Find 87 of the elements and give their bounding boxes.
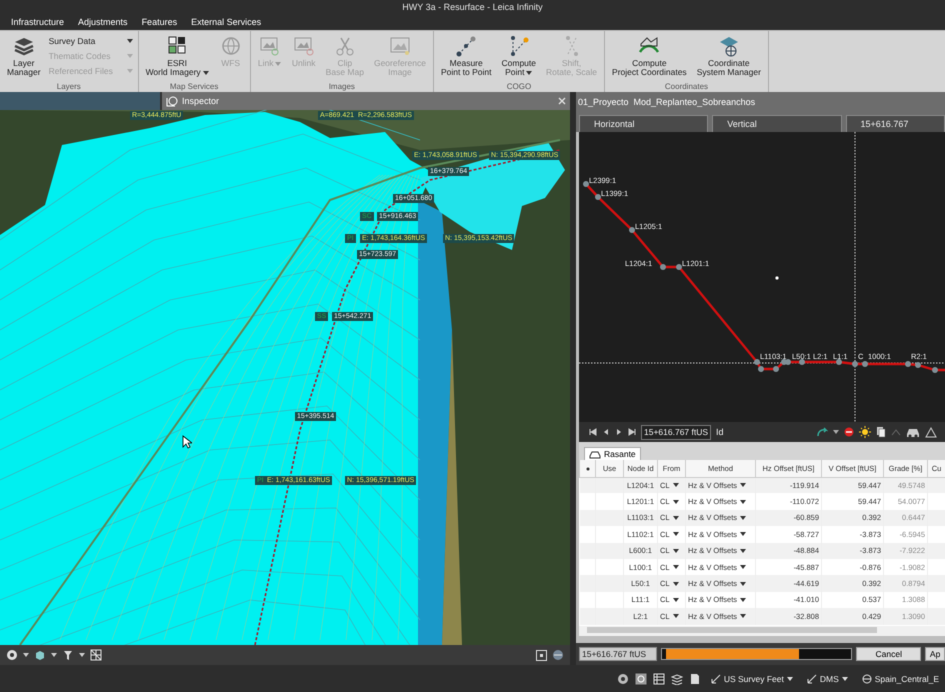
ribbon-button[interactable]: Measure Point to Point [436, 34, 496, 77]
camera-icon[interactable] [6, 649, 18, 661]
caret-icon [740, 532, 746, 536]
close-icon [558, 97, 566, 105]
caret-icon [672, 516, 679, 520]
dialog-button[interactable]: Cancel [856, 647, 922, 661]
horizontal-scrollbar[interactable] [579, 626, 945, 636]
caret-icon [786, 676, 793, 680]
sun-icon[interactable] [859, 426, 871, 438]
caret-icon [126, 54, 133, 58]
ribbon-button[interactable]: Compute Project Coordinates [608, 34, 691, 77]
group-label: COGO [506, 82, 532, 92]
next-icon[interactable] [615, 428, 623, 436]
status-dropdown[interactable]: DMS [802, 674, 852, 684]
scroll-thumb[interactable] [587, 627, 877, 633]
id-label: Id [716, 427, 724, 437]
caret-icon [672, 582, 679, 586]
caret-icon [275, 62, 282, 66]
ribbon-dropdown[interactable]: Survey Data [46, 34, 135, 47]
caret-icon [79, 653, 85, 657]
grid-icon[interactable] [90, 649, 102, 661]
caret-icon [740, 548, 746, 553]
filter-icon[interactable] [62, 649, 74, 661]
view-tab[interactable]: 15+616.767 [846, 115, 945, 132]
menu-tab[interactable]: Features [134, 17, 184, 27]
menu-tab[interactable]: External Services [184, 17, 268, 27]
document-icon[interactable] [688, 672, 701, 684]
caret-icon [126, 38, 133, 42]
caret-icon [672, 500, 679, 504]
close-button[interactable] [558, 97, 566, 105]
last-icon[interactable] [628, 428, 636, 436]
caret-icon [740, 500, 746, 504]
group-label: Images [328, 82, 356, 92]
sort-icon[interactable] [586, 466, 590, 471]
caret-icon [672, 598, 679, 602]
group-label: Map Services [168, 82, 220, 92]
caret-icon [842, 676, 848, 680]
table-tab[interactable]: Rasante [584, 447, 641, 460]
ribbon-button[interactable]: ESRI World Imagery [142, 34, 213, 77]
status-dropdown[interactable]: Spain_Central_E [858, 674, 943, 684]
caret-icon [202, 70, 209, 74]
marker-dot [775, 276, 779, 280]
caret-icon [672, 565, 679, 570]
stop-icon[interactable] [844, 427, 854, 437]
station-field[interactable]: 15+616.767 ftUS [641, 424, 711, 440]
caret-icon [740, 582, 746, 586]
view-tab[interactable]: Vertical [712, 115, 842, 132]
dialog-button[interactable]: Ap [925, 647, 945, 661]
panel-title: 01_Proyecto Mod_Replanteo_Sobreanchos [576, 92, 945, 112]
ribbon-button[interactable]: Layer Manager [3, 34, 45, 77]
inspector-icon [166, 95, 178, 107]
caret-icon [740, 516, 746, 520]
previous-icon[interactable] [602, 428, 610, 436]
status-dropdown[interactable]: US Survey Feet [706, 674, 797, 684]
ribbon-button[interactable]: Coordinate System Manager [692, 34, 765, 77]
inspector-tab[interactable]: Inspector [160, 92, 570, 110]
group-label: Coordinates [664, 82, 710, 92]
caret-icon [833, 430, 839, 434]
caret-icon [740, 483, 746, 488]
caret-icon [672, 614, 679, 618]
caret-icon [740, 598, 746, 602]
caret-icon [740, 565, 746, 570]
table-icon[interactable] [652, 672, 665, 684]
cube-icon[interactable] [34, 649, 46, 661]
measure-points-icon [454, 34, 478, 58]
caret-icon [672, 483, 679, 488]
target-icon[interactable] [616, 672, 629, 684]
first-icon[interactable] [589, 428, 597, 436]
menu-tab[interactable]: Infrastructure [4, 17, 72, 27]
view-tab[interactable]: Horizontal [579, 115, 708, 132]
square-icon[interactable] [536, 650, 547, 660]
caret-icon [740, 614, 746, 618]
inspector-icon[interactable] [634, 672, 647, 684]
ribbon-button[interactable]: Compute Point [498, 34, 540, 77]
curved-arrow-icon[interactable] [816, 427, 828, 437]
caret-icon [672, 548, 679, 553]
caret-icon [51, 653, 57, 657]
caret-icon [526, 70, 532, 74]
station-field[interactable]: 15+616.767 ftUS [579, 647, 657, 661]
group-label: Layers [56, 82, 82, 92]
copy-icon[interactable] [876, 426, 886, 438]
caret-icon [672, 532, 679, 536]
caret-icon [23, 653, 29, 657]
layers-icon[interactable] [670, 672, 683, 684]
menu-tab[interactable]: Adjustments [71, 17, 135, 27]
caret-icon [126, 68, 133, 72]
cursor-icon [182, 435, 192, 449]
